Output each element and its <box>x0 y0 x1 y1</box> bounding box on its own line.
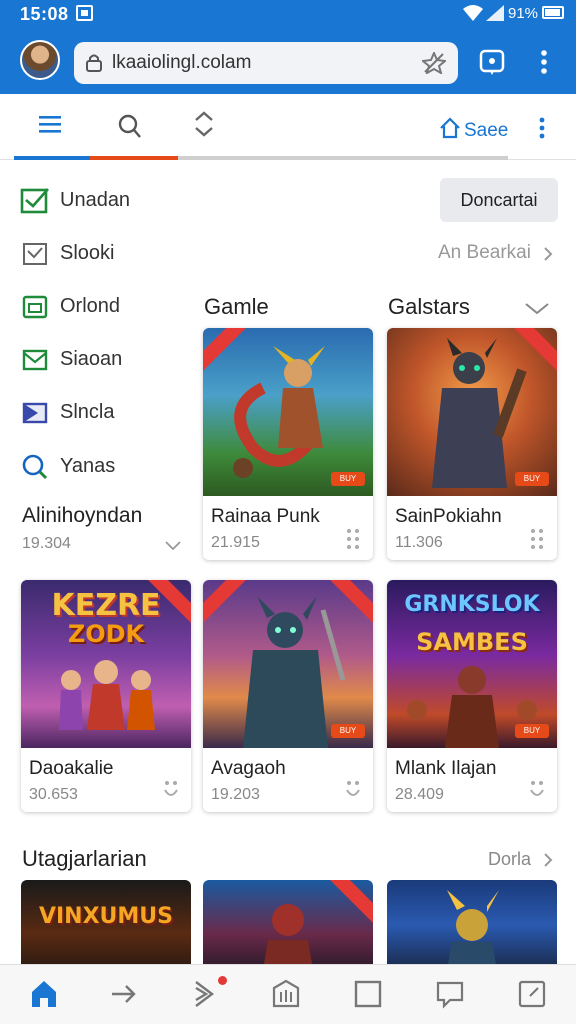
subsection-count: 19.304 <box>22 535 71 552</box>
tabs-icon[interactable] <box>478 48 506 76</box>
checkbox-icon <box>23 243 47 265</box>
more-vert-icon[interactable] <box>530 48 558 76</box>
signal-icon <box>486 5 504 21</box>
game-card[interactable]: KEZRE ZODK Daoakalie 30.653 <box>21 580 191 812</box>
status-time: 15:08 <box>20 4 69 24</box>
bookmark-star-icon[interactable] <box>422 52 446 74</box>
save-button[interactable]: Saee <box>438 114 518 144</box>
game-card[interactable]: VINXUMUS <box>21 880 191 970</box>
sidebar-item-2[interactable]: Orlond <box>20 286 200 326</box>
send-icon <box>22 402 48 424</box>
sidebar-item-0[interactable]: Unadan <box>20 180 200 220</box>
grid-dots-icon[interactable] <box>527 526 547 550</box>
tab-indicator-rest <box>178 156 508 160</box>
game-card[interactable]: BUY Rainaa Punk 21.915 <box>203 328 373 560</box>
battery-icon <box>542 6 564 19</box>
tab-indicator-active <box>14 156 90 160</box>
game-card[interactable]: BUY SainPokiahn 11.306 <box>387 328 557 560</box>
edit-icon[interactable] <box>516 978 548 1010</box>
overflow-menu-icon[interactable] <box>528 114 556 142</box>
chevron-down-icon[interactable] <box>164 538 182 552</box>
check-square-icon <box>20 188 49 214</box>
game-art: BUY <box>203 328 373 496</box>
share-icon[interactable] <box>188 978 220 1010</box>
card-count: 21.915 <box>211 534 260 551</box>
battery-percent: 91% <box>508 5 539 22</box>
game-logo: VINXUMUS <box>38 904 174 929</box>
refresh-icon[interactable] <box>343 778 363 802</box>
price-tag: BUY <box>515 472 549 486</box>
price-tag: BUY <box>331 472 365 486</box>
menu-icon[interactable] <box>36 110 64 138</box>
home-icon[interactable] <box>28 978 60 1010</box>
sidebar-item-3[interactable]: Siaoan <box>20 339 200 379</box>
game-art: BUY <box>203 580 373 748</box>
sidebar-item-label: Slooki <box>60 242 115 264</box>
notification-icon <box>76 5 93 21</box>
status-bar: 15:08 91% <box>0 0 576 28</box>
mail-icon <box>22 349 48 371</box>
game-card[interactable] <box>387 880 557 970</box>
sidebar-item-label: Yanas <box>60 455 116 477</box>
chevron-down-icon[interactable] <box>524 300 550 316</box>
game-art: KEZRE ZODK <box>21 580 191 748</box>
section-title-left: Gamle <box>204 294 269 319</box>
library-icon[interactable] <box>270 978 302 1010</box>
lock-icon <box>86 54 102 72</box>
section-title-right: Galstars <box>388 294 470 319</box>
card-count: 11.306 <box>395 534 443 551</box>
see-all-link[interactable]: An Bearkai <box>438 242 553 264</box>
see-all-label: An Bearkai <box>438 242 531 263</box>
card-title: SainPokiahn <box>395 506 502 527</box>
sidebar-item-4[interactable]: Slncla <box>20 392 200 432</box>
card-count: 28.409 <box>395 786 444 803</box>
url-text[interactable]: lkaaiolingl.colam <box>112 52 251 74</box>
card-title: Rainaa Punk <box>211 506 320 527</box>
sidebar-item-label: Unadan <box>60 189 131 211</box>
card-title: Avagaoh <box>211 758 286 779</box>
bottom-more-label: Dorla <box>488 849 532 869</box>
sidebar-item-5[interactable]: Yanas <box>20 446 200 486</box>
forward-arrow-icon[interactable] <box>108 978 140 1010</box>
game-art: BUY <box>387 328 557 496</box>
chat-icon[interactable] <box>434 978 466 1010</box>
card-title: Mlank Ilajan <box>395 758 497 779</box>
game-card[interactable]: BUY Avagaoh 19.203 <box>203 580 373 812</box>
grid-dots-icon[interactable] <box>343 526 363 550</box>
search-icon <box>22 454 48 480</box>
game-card[interactable] <box>203 880 373 970</box>
download-button[interactable]: Doncartai <box>440 178 558 222</box>
sidebar-item-1[interactable]: Slooki <box>20 233 200 273</box>
card-count: 30.653 <box>29 786 78 803</box>
notification-dot <box>218 976 227 985</box>
game-art: GRNKSLOK SAMBES BUY <box>387 580 557 748</box>
home-save-icon <box>440 117 460 139</box>
chevron-right-icon <box>544 247 553 261</box>
sidebar-item-label: Slncla <box>60 401 115 423</box>
price-tag: BUY <box>331 724 365 738</box>
search-icon[interactable] <box>116 112 144 140</box>
sidebar-item-label: Orlond <box>60 295 121 317</box>
tab-indicator-second <box>90 156 178 160</box>
card-count: 19.203 <box>211 786 260 803</box>
sidebar-item-label: Siaoan <box>60 348 123 370</box>
subsection-title: Alinihoyndan <box>22 504 143 527</box>
sort-icon[interactable] <box>190 110 218 138</box>
wifi-icon <box>463 5 483 21</box>
avatar[interactable] <box>20 40 60 80</box>
refresh-icon[interactable] <box>161 778 181 802</box>
bottom-more-link[interactable]: Dorla <box>488 849 553 870</box>
price-tag: BUY <box>515 724 549 738</box>
game-card[interactable]: GRNKSLOK SAMBES BUY Mlank Ilajan 28.409 <box>387 580 557 812</box>
address-bar[interactable]: lkaaiolingl.colam <box>74 42 458 84</box>
bottom-section-title: Utagjarlarian <box>22 846 147 871</box>
card-title: Daoakalie <box>29 758 114 779</box>
square-icon[interactable] <box>352 978 384 1010</box>
save-label: Saee <box>464 120 509 141</box>
calendar-icon <box>22 295 48 319</box>
refresh-icon[interactable] <box>527 778 547 802</box>
chevron-right-icon <box>544 853 553 867</box>
